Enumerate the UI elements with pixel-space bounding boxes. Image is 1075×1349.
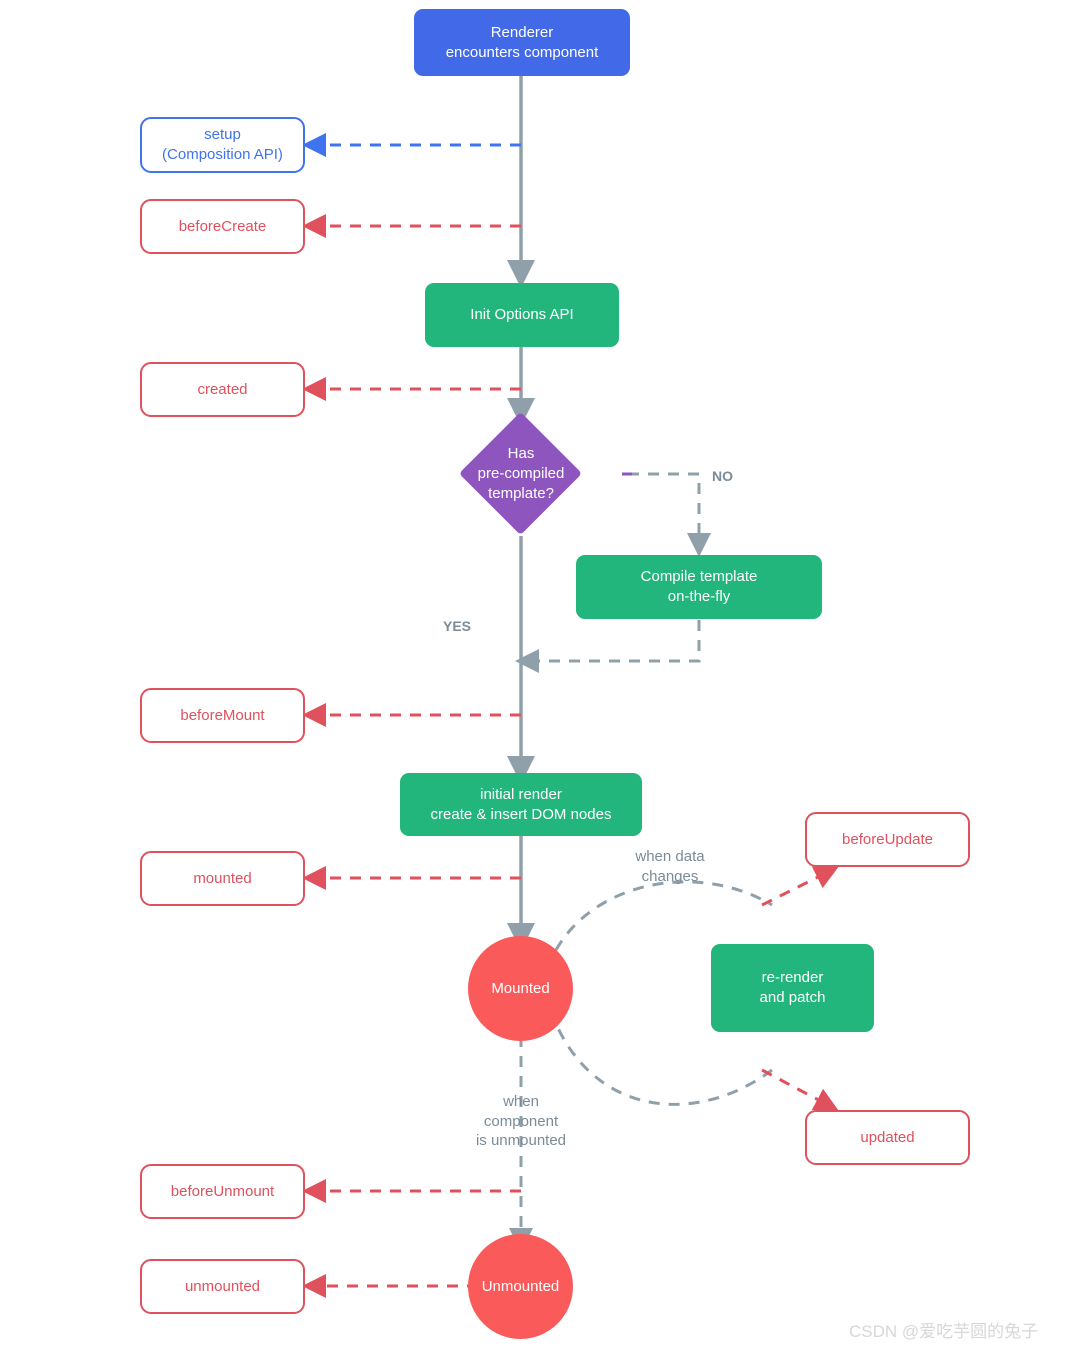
- edge-compile-back-to-spine: [515, 620, 701, 673]
- node-mounted-state: Mounted: [468, 936, 573, 1041]
- node-renderer-encounters-component: Renderer encounters component: [414, 9, 630, 76]
- node-compile-template-on-the-fly: Compile template on-the-fly: [576, 555, 822, 619]
- node-initial-render: initial render create & insert DOM nodes: [400, 773, 642, 836]
- node-unmounted-hook: unmounted: [140, 1259, 305, 1314]
- edge-update-cycle-top: [554, 880, 773, 951]
- node-before-create-hook: beforeCreate: [140, 199, 305, 254]
- node-has-precompiled-template-decision: Has pre-compiled template?: [414, 411, 628, 536]
- node-before-unmount-hook: beforeUnmount: [140, 1164, 305, 1219]
- node-setup-composition-api: setup (Composition API): [140, 117, 305, 173]
- diamond-label: Has pre-compiled template?: [477, 445, 565, 502]
- edge-to-updated: [761, 1068, 839, 1111]
- node-unmounted-state: Unmounted: [468, 1234, 573, 1339]
- edge-label-no: NO: [712, 468, 733, 484]
- node-created-hook: created: [140, 362, 305, 417]
- edge-no-branch: [628, 472, 711, 557]
- node-updated-hook: updated: [805, 1110, 970, 1165]
- lifecycle-diagram: Renderer encounters component setup (Com…: [0, 0, 1075, 1349]
- node-mounted-hook: mounted: [140, 851, 305, 906]
- node-before-update-hook: beforeUpdate: [805, 812, 970, 867]
- csdn-watermark: CSDN @爱吃芋圆的兔子: [849, 1322, 1039, 1341]
- node-before-mount-hook: beforeMount: [140, 688, 305, 743]
- node-rerender-and-patch: re-render and patch: [711, 944, 874, 1032]
- edge-label-when-component-unmounted: when component is unmounted: [475, 1093, 567, 1149]
- edge-update-cycle-bottom: [555, 1025, 773, 1106]
- edge-to-before-update: [761, 866, 839, 907]
- edge-label-when-data-changes: when data changes: [635, 848, 705, 885]
- node-init-options-api: Init Options API: [425, 283, 619, 347]
- edge-label-yes: YES: [443, 618, 472, 634]
